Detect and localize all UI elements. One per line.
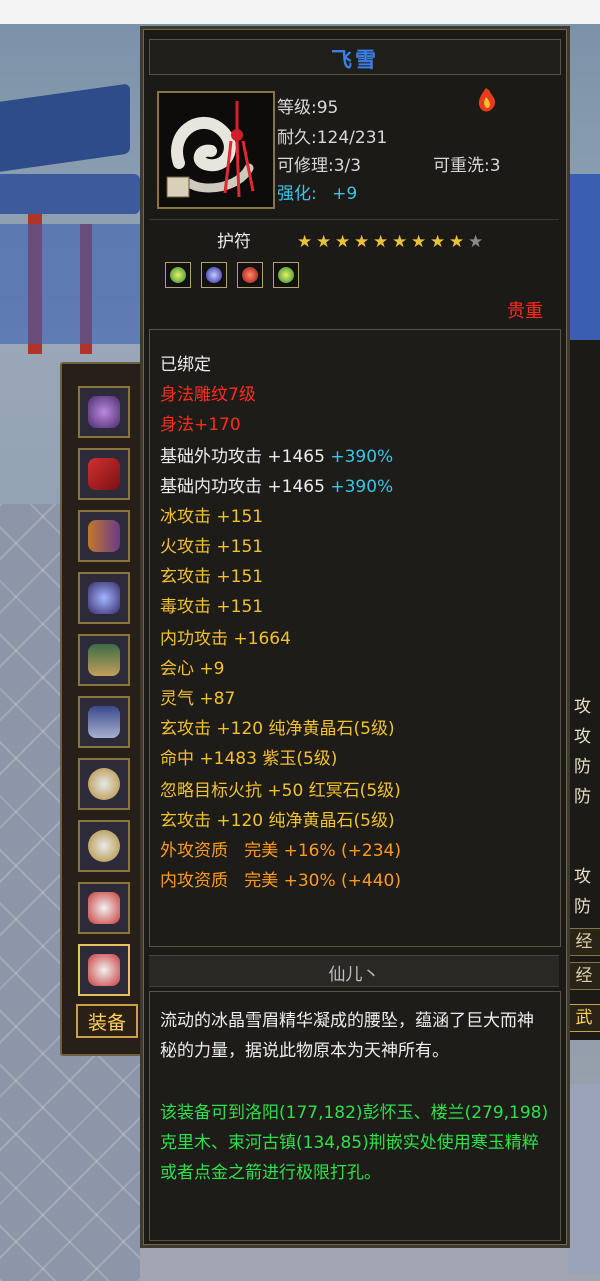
gem-slot (273, 262, 299, 288)
gem-slot (165, 262, 191, 288)
attribute-box: 已绑定 身法雕纹7级 身法+170 基础外功攻击 +1465 +390% 基础内… (149, 329, 561, 947)
bound-status: 已绑定 (160, 355, 211, 375)
item-enhance: 强化: +9 (277, 179, 357, 204)
star-icon: ★ (373, 232, 389, 252)
star-icon: ★ (430, 232, 446, 252)
item-level: 等级:95 (277, 98, 339, 118)
attribute-line: 火攻击 +151 (160, 537, 264, 557)
gem-bonus-line: 玄攻击 +120 纯净黄晶石(5级) (160, 719, 395, 739)
gem-bonus-line: 玄攻击 +120 纯净黄晶石(5级) (160, 811, 395, 831)
wall-shape (568, 174, 600, 344)
attribute-line: 灵气 +87 (160, 689, 236, 709)
equip-slot-necklace[interactable] (78, 386, 130, 438)
attribute-line: 冰攻击 +151 (160, 507, 264, 527)
roof-shape (0, 83, 130, 175)
amulet-icon (88, 892, 120, 924)
stat-label: 攻 (574, 867, 591, 887)
star-icon: ★ (354, 232, 370, 252)
item-image (157, 91, 275, 209)
item-name: 飞雪 (331, 48, 379, 72)
attribute-line: 毒攻击 +151 (160, 597, 264, 617)
wall-shape (0, 224, 140, 344)
scroll-icon (88, 458, 120, 490)
equip-slot-gloves[interactable] (78, 572, 130, 624)
stat-label: 攻 (574, 727, 591, 747)
green-gem-icon (278, 267, 294, 283)
engraving-label: 身法雕纹7级 (160, 385, 256, 405)
equip-slot-ring-2[interactable] (78, 820, 130, 872)
attribute-line: 玄攻击 +151 (160, 567, 264, 587)
fire-element-icon (471, 85, 501, 115)
star-icon: ★ (468, 232, 484, 252)
stat-label: 防 (574, 757, 591, 777)
equipment-slot-column (60, 362, 146, 1056)
exp-button[interactable]: 经 (566, 928, 600, 956)
amulet-icon (88, 954, 120, 986)
window-top-strip (0, 0, 600, 24)
star-icon: ★ (392, 232, 408, 252)
quality-line: 内攻资质 完美 +30% (+440) (160, 871, 402, 891)
description-box: 流动的冰晶雪眉精华凝成的腰坠，蕴涵了巨大而神秘的力量，据说此物原本为天神所有。 … (149, 991, 561, 1241)
attribute-line: 基础外功攻击 +1465 +390% (160, 447, 394, 467)
equipment-tab[interactable]: 装备 (76, 1004, 138, 1038)
ring-icon (88, 768, 120, 800)
crafter-name: 仙儿丶 (328, 965, 380, 985)
quality-line: 外攻资质 完美 +16% (+234) (160, 841, 402, 861)
blue-gem-icon (206, 267, 222, 283)
gloves-icon (88, 582, 120, 614)
item-hint: 该装备可到洛阳(177,182)彭怀玉、楼兰(279,198)克里木、束河古镇(… (160, 1103, 549, 1183)
crafter-bar: 仙儿丶 (149, 955, 559, 987)
equip-slot-scroll[interactable] (78, 448, 130, 500)
gem-slot (237, 262, 263, 288)
jade-pendant-icon (159, 93, 273, 207)
hat-icon (88, 644, 120, 676)
item-category: 护符 (217, 232, 251, 252)
attribute-line: 基础内功攻击 +1465 +390% (160, 477, 394, 497)
rarity-label: 贵重 (507, 301, 543, 322)
star-icon: ★ (297, 232, 313, 252)
star-icon: ★ (335, 232, 351, 252)
equip-slot-amulet-1[interactable] (78, 882, 130, 934)
enhance-label: 强化: (277, 184, 317, 204)
attribute-line: 内功攻击 +1664 (160, 629, 291, 649)
equip-slot-boots[interactable] (78, 696, 130, 748)
item-durability: 耐久:124/231 (277, 128, 388, 148)
equip-slot-bracer[interactable] (78, 510, 130, 562)
attribute-line: 会心 +9 (160, 659, 225, 679)
stat-label: 防 (574, 787, 591, 807)
roof-shape (0, 174, 140, 214)
boots-icon (88, 706, 120, 738)
equip-slot-hat[interactable] (78, 634, 130, 686)
green-gem-icon (170, 267, 186, 283)
gem-bonus-line: 忽略目标火抗 +50 红冥石(5级) (160, 781, 401, 801)
enhance-value: +9 (332, 184, 358, 204)
red-gem-icon (242, 267, 258, 283)
stat-label: 攻 (574, 697, 591, 717)
gem-bonus-line: 命中 +1483 紫玉(5级) (160, 749, 338, 769)
stat-label: 防 (574, 897, 591, 917)
item-repairable: 可修理:3/3 (277, 156, 362, 176)
gem-slot (201, 262, 227, 288)
floor-tiles (568, 1084, 600, 1274)
tooltip-title-bar: 飞雪 (149, 39, 561, 75)
martial-tab[interactable]: 武 (566, 1004, 600, 1032)
star-icon: ★ (411, 232, 427, 252)
item-description: 流动的冰晶雪眉精华凝成的腰坠，蕴涵了巨大而神秘的力量，据说此物原本为天神所有。 (160, 1011, 534, 1061)
ring-icon (88, 830, 120, 862)
item-tooltip: 飞雪 等级:95 耐久:124/231 可修理:3/3 可重洗:3 强化: +9… (140, 26, 570, 1248)
item-rewashable: 可重洗:3 (433, 156, 501, 176)
bracer-icon (88, 520, 120, 552)
necklace-icon (88, 396, 120, 428)
engraving-bonus: 身法+170 (160, 415, 241, 435)
divider (149, 219, 559, 220)
exp-button[interactable]: 经 (566, 962, 600, 990)
equip-slot-amulet-2[interactable] (78, 944, 130, 996)
equip-slot-ring-1[interactable] (78, 758, 130, 810)
star-icon: ★ (449, 232, 465, 252)
star-icon: ★ (316, 232, 332, 252)
